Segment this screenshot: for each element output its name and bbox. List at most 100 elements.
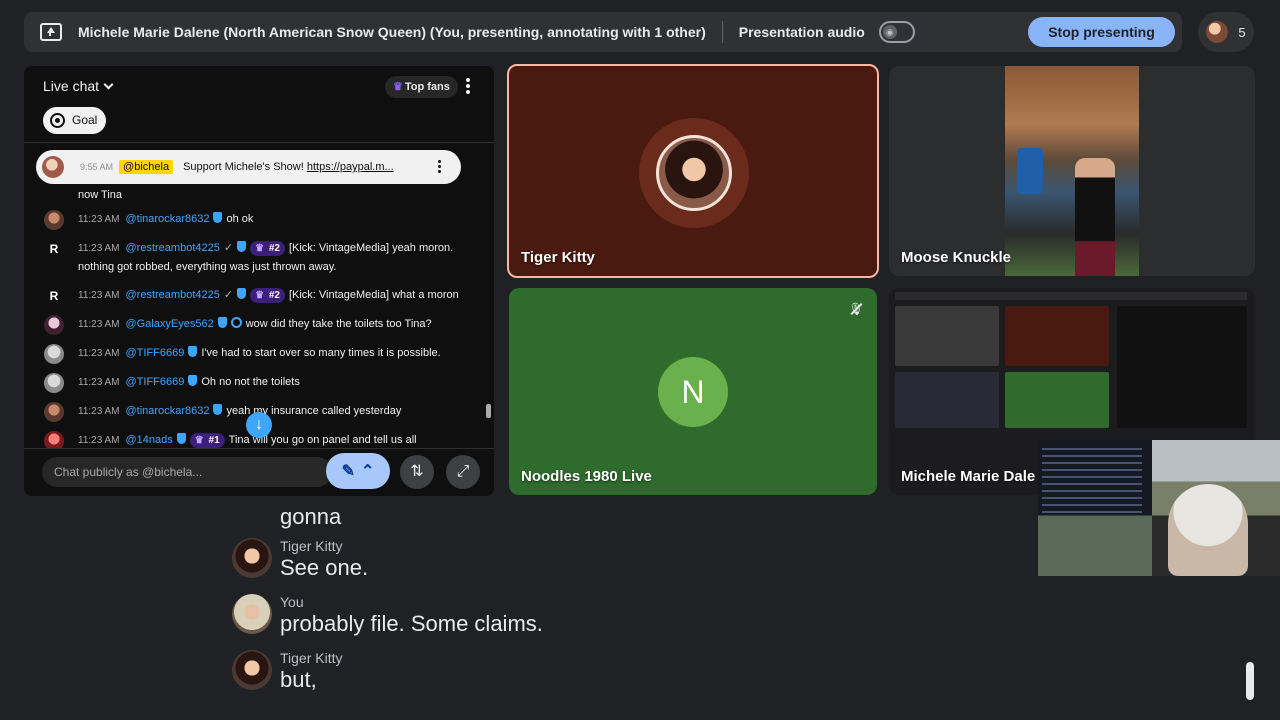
- chat-header: Live chat ♛ Top fans Goal: [24, 66, 494, 142]
- avatar: [656, 135, 732, 211]
- avatar: [232, 650, 272, 690]
- avatar: [44, 344, 64, 364]
- crown-icon: ♛: [194, 435, 204, 446]
- caption-speaker: You: [280, 594, 304, 610]
- pinned-username: @bichela: [119, 160, 174, 174]
- pinned-more-icon[interactable]: [438, 160, 441, 173]
- chat-input-bar: Chat publicly as @bichela... ✎ ⌃ ⇅ ⤢: [24, 448, 494, 496]
- participant-avatar: [1206, 21, 1229, 43]
- message-username[interactable]: @restreambot4225: [126, 242, 220, 254]
- participant-tile-noodles[interactable]: N 🎙 Noodles 1980 Live: [509, 288, 877, 495]
- message-time: 11:23 AM: [78, 214, 120, 225]
- divider: [721, 21, 723, 43]
- caption-text: but,: [280, 667, 317, 692]
- top-fans-button[interactable]: ♛ Top fans: [385, 76, 458, 98]
- pinned-link[interactable]: https://paypal.m...: [307, 161, 394, 173]
- participant-name: Tiger Kitty: [521, 249, 595, 266]
- message-username[interactable]: @tinarockar8632: [126, 405, 210, 417]
- divider: [24, 142, 494, 143]
- caption-speaker: Tiger Kitty: [280, 538, 343, 554]
- participant-name: Moose Knuckle: [901, 249, 1012, 266]
- presenting-title: Michele Marie Dalene (North American Sno…: [78, 24, 706, 40]
- participant-tile-tiger-kitty[interactable]: Tiger Kitty: [507, 64, 879, 278]
- crown-icon: ♛: [255, 290, 265, 301]
- captions-scrollbar[interactable]: [1246, 662, 1254, 700]
- avatar: R: [44, 286, 64, 306]
- rank-badge: ♛ #2: [250, 241, 285, 256]
- verified-check-icon: ✓: [223, 289, 234, 301]
- message-text: oh ok: [226, 213, 254, 225]
- rank-badge: ♛ #2: [250, 288, 285, 303]
- participants-button[interactable]: 5: [1198, 12, 1254, 52]
- participant-video: [1005, 66, 1139, 276]
- avatar: [232, 538, 272, 578]
- swap-icon[interactable]: ⇅: [400, 455, 434, 489]
- pinned-message[interactable]: 9:55 AM @bichela Support Michele's Show!…: [36, 150, 461, 184]
- rank-badge: ♛ #1: [189, 433, 225, 448]
- message-text: I've had to start over so many times it …: [201, 347, 441, 359]
- presentation-audio-toggle[interactable]: ◉: [878, 21, 915, 43]
- avatar: [44, 431, 64, 448]
- shared-screen-toolbar: [895, 292, 1247, 300]
- mic-off-icon: 🎙: [845, 298, 867, 320]
- message-time: 11:23 AM: [78, 348, 120, 359]
- chat-message: 11:23 AM @TIFF6669 I've had to start over …: [24, 344, 494, 364]
- message-username[interactable]: @tinarockar8632: [126, 213, 210, 225]
- chat-message: 11:23 AM @GalaxyEyes562 wow did they take …: [24, 315, 494, 335]
- self-view[interactable]: [1038, 440, 1280, 576]
- avatar: [44, 210, 64, 230]
- participant-count: 5: [1238, 24, 1246, 40]
- avatar: [42, 156, 64, 178]
- moderator-badge-icon: [230, 317, 242, 328]
- chat-message: 11:23 AM @tinarockar8632 oh ok: [24, 210, 494, 230]
- chevron-up-icon: ⌃: [361, 463, 375, 480]
- caption-text: See one.: [280, 555, 369, 580]
- live-chat-panel: Live chat ♛ Top fans Goal 9:55 AM @bichel…: [24, 66, 494, 496]
- chat-message: 11:23 AM @TIFF6669 Oh no not the toilets: [24, 373, 494, 393]
- jump-to-bottom-icon[interactable]: ↓: [246, 412, 272, 438]
- caption-text: gonna: [280, 504, 342, 529]
- shared-screen-chat: [1117, 306, 1247, 428]
- expand-icon[interactable]: ⤢: [446, 455, 480, 489]
- member-badge-icon: [188, 375, 198, 386]
- shared-screen-tile: [895, 306, 999, 366]
- mute-icon: ◉: [882, 25, 897, 39]
- goal-button[interactable]: Goal: [43, 107, 106, 134]
- message-username[interactable]: @GalaxyEyes562: [126, 318, 214, 330]
- avatar: [44, 402, 64, 422]
- chat-input[interactable]: Chat publicly as @bichela...: [42, 457, 332, 487]
- message-time: 11:23 AM: [78, 243, 120, 254]
- rank-label: #2: [268, 243, 280, 254]
- verified-check-icon: ✓: [223, 242, 234, 254]
- avatar: [44, 315, 64, 335]
- live-chat-dropdown[interactable]: Live chat: [43, 78, 114, 94]
- message-text: wow did they take the toilets too Tina?: [245, 318, 432, 330]
- more-options-icon[interactable]: [466, 78, 470, 94]
- crown-icon: ♛: [255, 243, 265, 254]
- presenting-bar: Michele Marie Dalene (North American Sno…: [24, 12, 1182, 52]
- chevron-down-icon: [103, 79, 114, 90]
- message-username[interactable]: @TIFF6669: [126, 376, 185, 388]
- avatar: R: [44, 239, 64, 259]
- chat-scrollbar[interactable]: [486, 404, 491, 418]
- message-username[interactable]: @restreambot4225: [126, 289, 220, 301]
- pinned-text: Support Michele's Show! https://paypal.m…: [183, 161, 394, 173]
- presentation-audio-label: Presentation audio: [738, 24, 865, 40]
- stop-presenting-button[interactable]: Stop presenting: [1028, 17, 1175, 47]
- message-time: 11:23 AM: [78, 290, 120, 301]
- message-text: Oh no not the toilets: [201, 376, 300, 388]
- annotate-button[interactable]: ✎ ⌃: [326, 453, 390, 489]
- participant-tile-moose-knuckle[interactable]: Moose Knuckle: [889, 66, 1255, 276]
- message-username[interactable]: @TIFF6669: [126, 347, 185, 359]
- goal-label: Goal: [72, 113, 98, 127]
- rank-label: #1: [208, 435, 220, 446]
- shared-screen-tile: [895, 372, 999, 428]
- live-chat-title: Live chat: [43, 78, 100, 94]
- shared-screen-tile: [1005, 372, 1109, 428]
- chat-message: R 11:23 AM @restreambot4225 ✓ ♛ #2 [Kick: Vi…: [24, 286, 494, 306]
- chat-message-continuation: now Tina: [78, 189, 123, 201]
- message-username[interactable]: @14nads: [126, 434, 173, 446]
- participant-name: Michele Marie Dale: [901, 468, 1036, 485]
- caption-text: probably file. Some claims.: [280, 611, 543, 636]
- participant-name: Noodles 1980 Live: [521, 468, 652, 485]
